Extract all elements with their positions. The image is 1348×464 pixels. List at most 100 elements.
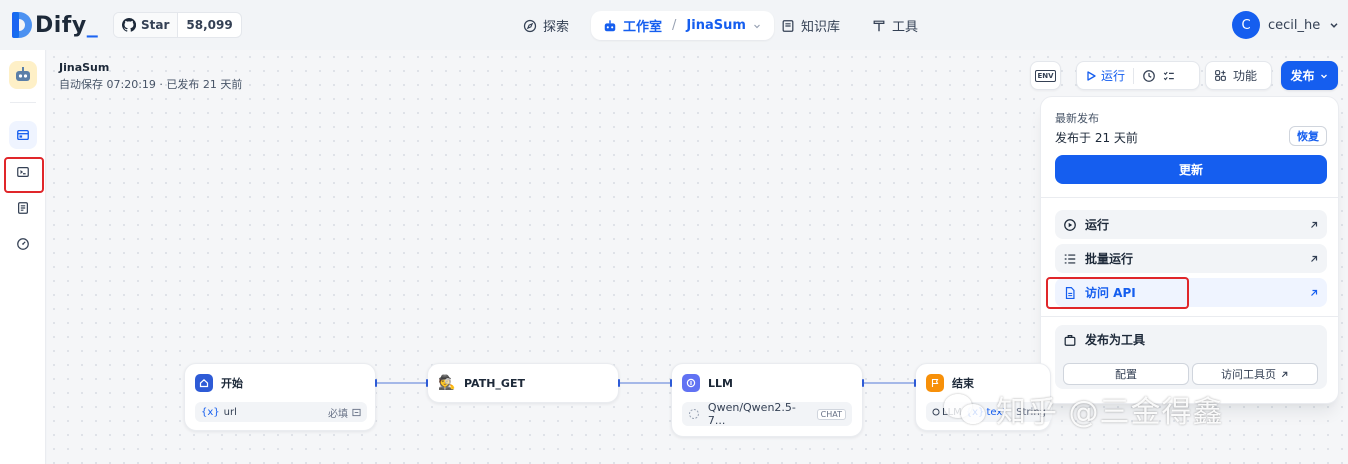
restore-button[interactable]: 恢复	[1289, 126, 1327, 146]
node-output-port[interactable]	[375, 379, 377, 387]
watermark-text: 知乎 @三金得鑫	[996, 395, 1224, 430]
tool-box-icon	[1064, 334, 1076, 346]
robot-icon	[604, 19, 616, 31]
latest-publish-title: 最新发布	[1055, 112, 1099, 125]
gauge-icon	[17, 238, 29, 250]
history-icon[interactable]	[1142, 69, 1156, 83]
node-output-port[interactable]	[618, 379, 620, 387]
top-bar: Dify_ Star 58,099 探索 工作室 / JinaSum 知识库 工…	[0, 0, 1348, 50]
start-node-title: 开始	[221, 377, 243, 390]
llm-node[interactable]: LLM Qwen/Qwen2.5-7... CHAT	[671, 363, 863, 437]
arrow-up-right-icon	[1281, 371, 1288, 377]
start-node-variable: {x} url 必填	[195, 402, 367, 422]
arrow-up-right-icon	[1311, 221, 1318, 228]
env-icon: ENV	[1035, 69, 1056, 82]
grid-plus-icon	[1215, 70, 1226, 81]
log-list-icon	[18, 202, 28, 214]
nav-studio[interactable]: 工作室 / JinaSum	[591, 11, 774, 40]
run-label: 运行	[1101, 69, 1126, 83]
chevron-down-icon[interactable]	[752, 21, 762, 31]
app-title: JinaSum	[59, 61, 110, 74]
run-toolbar: 运行	[1076, 61, 1200, 90]
wechat-logo-icon	[944, 392, 988, 426]
nav-studio-label: 工作室	[623, 20, 663, 35]
github-star-button[interactable]: Star 58,099	[113, 12, 242, 38]
nav-tools-label: 工具	[892, 20, 919, 35]
nav-knowledge-label: 知识库	[801, 20, 841, 35]
env-button[interactable]: ENV	[1030, 61, 1061, 90]
path-get-node[interactable]: 🕵 PATH_GET	[427, 363, 619, 403]
window-icon	[17, 129, 29, 141]
compass-icon	[523, 19, 537, 32]
edge-llm-end	[863, 382, 915, 384]
batch-list-icon	[1064, 253, 1076, 264]
dify-logo[interactable]: Dify_	[12, 10, 98, 40]
user-menu[interactable]: C cecil_he	[1232, 10, 1340, 40]
home-icon	[195, 374, 213, 392]
run-button[interactable]: 运行	[1085, 67, 1125, 84]
llm-model-name: Qwen/Qwen2.5-7...	[707, 401, 796, 427]
published-time: 发布于 21 天前	[1055, 131, 1138, 145]
user-name: cecil_he	[1268, 17, 1321, 33]
arrow-up-right-icon	[1311, 255, 1318, 262]
tool-configure-button[interactable]: 配置	[1063, 363, 1189, 385]
nav-explore[interactable]: 探索	[523, 11, 569, 40]
app-sidebar	[0, 50, 46, 464]
github-icon	[122, 18, 136, 32]
app-avatar-icon[interactable]	[9, 61, 37, 89]
nav-explore-label: 探索	[543, 20, 570, 35]
play-icon	[1087, 70, 1096, 81]
required-label: 必填	[328, 408, 348, 420]
input-field-icon	[352, 408, 361, 416]
publish-menu-batch-run[interactable]: 批量运行	[1055, 244, 1327, 273]
chevron-down-icon	[1320, 74, 1327, 78]
node-input-port[interactable]	[914, 379, 916, 387]
arrow-up-right-icon	[1311, 289, 1318, 296]
nav-tools[interactable]: 工具	[872, 11, 918, 40]
publish-as-tool-section: 发布为工具 配置 访问工具页	[1055, 325, 1327, 389]
llm-mode-badge: CHAT	[816, 408, 846, 420]
watermark: 知乎 @三金得鑫	[944, 387, 1224, 431]
github-star-count: 58,099	[186, 18, 233, 32]
publish-button[interactable]: 发布	[1281, 61, 1338, 90]
book-icon	[782, 19, 794, 32]
detective-icon: 🕵	[438, 374, 456, 392]
hammer-icon	[873, 20, 885, 31]
chevron-down-icon	[1330, 23, 1338, 28]
play-circle-icon	[1064, 218, 1076, 231]
publish-as-tool-title: 发布为工具	[1085, 333, 1146, 347]
brand-name: Dify	[35, 12, 87, 38]
nav-knowledge[interactable]: 知识库	[781, 11, 840, 40]
avatar: C	[1232, 11, 1260, 39]
visit-tool-page-button[interactable]: 访问工具页	[1192, 363, 1318, 385]
path-get-node-title: PATH_GET	[464, 376, 525, 390]
start-var-name: url	[223, 406, 237, 418]
node-output-port[interactable]	[862, 379, 864, 387]
nav-studio-app[interactable]: JinaSum	[686, 18, 745, 33]
features-button[interactable]: 功能	[1205, 61, 1272, 90]
edge-path-llm	[619, 382, 671, 384]
publish-menu-run[interactable]: 运行	[1055, 210, 1327, 239]
github-star-label: Star	[141, 18, 170, 32]
update-button[interactable]: 更新	[1055, 155, 1327, 184]
llm-model-select[interactable]: Qwen/Qwen2.5-7... CHAT	[682, 401, 852, 427]
llm-source-icon	[932, 408, 940, 416]
publish-menu-batch-run-label: 批量运行	[1085, 252, 1134, 266]
checklist-icon[interactable]	[1162, 69, 1176, 83]
flag-icon	[926, 374, 944, 392]
model-provider-icon	[688, 409, 699, 419]
sidebar-item-logs[interactable]	[9, 194, 37, 222]
publish-menu-run-label: 运行	[1085, 218, 1110, 232]
features-label: 功能	[1233, 69, 1258, 83]
sidebar-item-monitoring[interactable]	[9, 230, 37, 258]
edge-start-path	[376, 382, 428, 384]
highlight-box-sidebar	[4, 157, 44, 193]
start-node[interactable]: 开始 {x} url 必填	[184, 363, 376, 431]
visit-tool-page-label: 访问工具页	[1221, 368, 1276, 381]
sidebar-item-orchestrate[interactable]	[9, 121, 37, 149]
node-input-port[interactable]	[426, 379, 428, 387]
variable-icon: {x}	[201, 406, 220, 418]
node-input-port[interactable]	[670, 379, 672, 387]
llm-node-title: LLM	[708, 376, 733, 390]
dify-logo-mark-icon	[12, 12, 32, 38]
